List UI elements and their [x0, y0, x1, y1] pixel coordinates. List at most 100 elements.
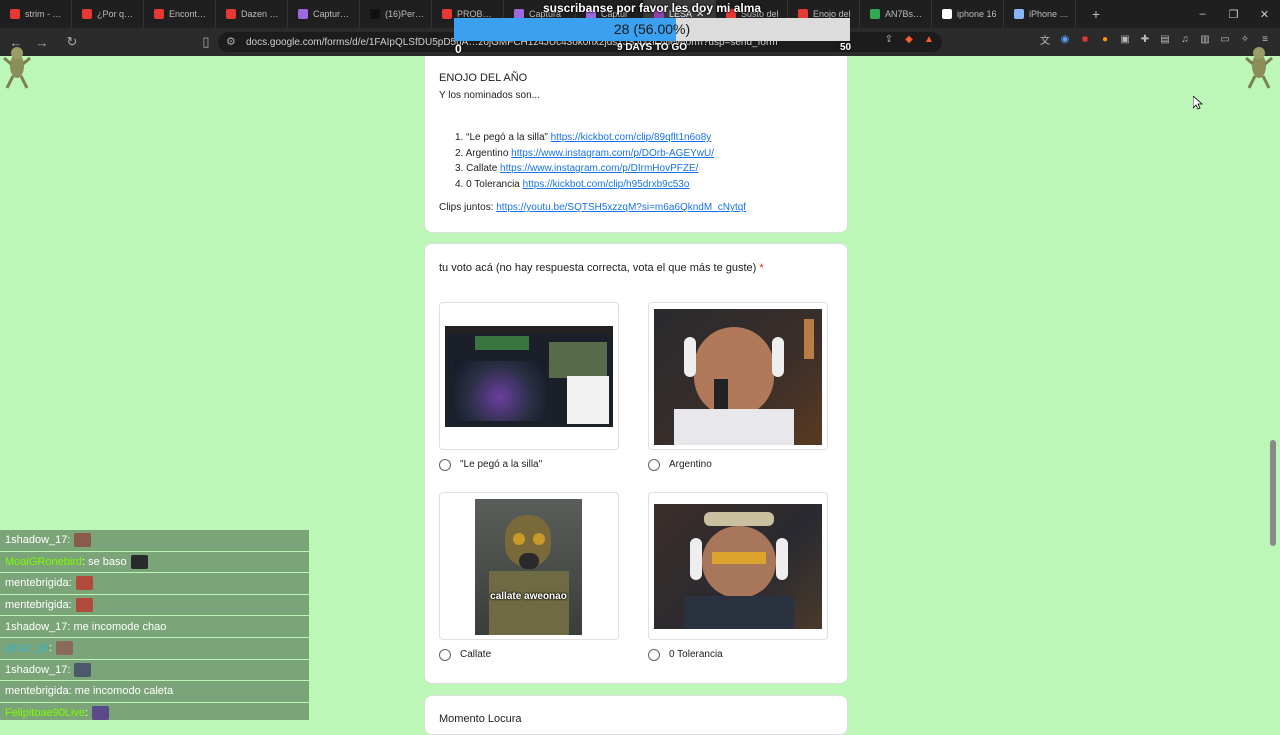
option-0-tolerancia[interactable]: 0 Tolerancia: [648, 492, 828, 662]
page-scrollbar[interactable]: [1270, 440, 1276, 546]
option-label: "Le pegó a la silla": [460, 459, 543, 470]
browser-tab[interactable]: iphone 16: [932, 0, 1004, 28]
chat-username: 1shadow_17: [5, 663, 68, 676]
question-card: tu voto acá (no hay respuesta correcta, …: [424, 243, 848, 684]
wallet-icon[interactable]: ▭: [1218, 32, 1232, 46]
share-icon[interactable]: ⇪: [882, 32, 896, 46]
chat-separator: :: [68, 685, 72, 698]
chat-message: mentebrigida :: [0, 594, 309, 616]
nominee-link[interactable]: https://kickbot.com/clip/89qflt1n6o8y: [551, 132, 712, 143]
maximize-button[interactable]: ❐: [1218, 0, 1249, 28]
goal-progress-bar: 28 (56.00%): [454, 18, 850, 41]
chat-emote-icon: [74, 533, 92, 548]
radio-button[interactable]: [648, 459, 660, 471]
option-label: Callate: [460, 649, 492, 660]
chat-message: Felipitoae90Live :: [0, 702, 309, 720]
extension-box-icon[interactable]: ▣: [1118, 32, 1132, 46]
extension-icons: ⇪ ◆ ▲ 文 ◉ ■ ● ▣ ✚ ▤ ♫ ▥ ▭ ✧ ≡: [882, 32, 1272, 47]
tab-label: AN7BsVC: [885, 9, 925, 19]
radio-button[interactable]: [439, 459, 451, 471]
list-item: 4. 0 Tolerancia https://kickbot.com/clip…: [455, 178, 690, 190]
tab-label: (16)Perfum: [385, 9, 425, 19]
option-image-frame: [648, 302, 828, 450]
clips-line: Clips juntos: https://youtu.be/SQTSH5xzz…: [439, 202, 747, 213]
tab-label: strim - You: [25, 9, 65, 19]
media-icon[interactable]: ▤: [1158, 32, 1172, 46]
option-image: callate aweonao: [475, 499, 582, 635]
reload-icon[interactable]: ↻: [62, 32, 82, 52]
extension-red-icon[interactable]: ■: [1078, 32, 1092, 46]
browser-tab[interactable]: (16)Perfum: [360, 0, 432, 28]
frog-right-image: [1245, 47, 1273, 89]
chat-emote-icon: [130, 554, 148, 569]
nominee-link[interactable]: https://kickbot.com/clip/h95drxb9c53o: [523, 179, 690, 190]
chat-emote-icon: [56, 641, 74, 656]
chat-emote-icon: [75, 598, 93, 613]
site-info-icon[interactable]: ⚙: [226, 35, 236, 48]
tab-label: Dazen mo: [241, 9, 281, 19]
browser-tab[interactable]: Encontram: [144, 0, 216, 28]
option-argentino[interactable]: Argentino: [648, 302, 828, 472]
extension-orange-icon[interactable]: ●: [1098, 32, 1112, 46]
nominee-link[interactable]: https://www.instagram.com/p/DIrmHovPFZE/: [500, 163, 698, 174]
bookmark-icon[interactable]: ▯: [196, 32, 216, 52]
tab-favicon-icon: [154, 9, 164, 19]
section-subtitle: Y los nominados son...: [439, 90, 540, 101]
rewards-icon[interactable]: ▲: [922, 32, 936, 46]
tab-favicon-icon: [226, 9, 236, 19]
minimize-button[interactable]: –: [1187, 0, 1218, 28]
browser-tab[interactable]: strim - You: [0, 0, 72, 28]
translate-icon[interactable]: 文: [1038, 32, 1052, 47]
next-section-title: Momento Locura: [439, 713, 522, 725]
browser-tab[interactable]: iPhone 16: [1004, 0, 1076, 28]
forward-icon[interactable]: →: [32, 32, 52, 52]
browser-tab[interactable]: Captura de: [288, 0, 360, 28]
stream-chat: 1shadow_17 : MoaiGRonebird : se baso menteb…: [0, 530, 309, 720]
list-item: 2. Argentino https://www.instagram.com/p…: [455, 147, 715, 159]
window-controls: – ❐ ✕: [1187, 0, 1280, 28]
tab-favicon-icon: [298, 9, 308, 19]
question-title: tu voto acá (no hay respuesta correcta, …: [439, 262, 764, 274]
radio-button[interactable]: [439, 649, 451, 661]
chat-username: Felipitoae90Live: [5, 707, 86, 720]
browser-tab[interactable]: AN7BsVC: [860, 0, 932, 28]
image-caption: callate aweonao: [490, 591, 567, 602]
chat-message: mentebrigida : me incomodo caleta: [0, 681, 309, 702]
chat-text: me incomode chao: [73, 620, 167, 633]
tab-label: Encontram: [169, 9, 209, 19]
option-label: 0 Tolerancia: [669, 649, 723, 660]
chat-separator: :: [82, 555, 86, 568]
radio-button[interactable]: [648, 649, 660, 661]
broadcast-icon[interactable]: ◉: [1058, 32, 1072, 46]
nominee-list: 1. “Le pegó a la silla” https://kickbot.…: [455, 130, 714, 192]
option-callate[interactable]: callate aweonao Callate: [439, 492, 619, 662]
next-question-card: Momento Locura: [424, 695, 848, 735]
option-le-pego-a-la-silla[interactable]: "Le pegó a la silla": [439, 302, 619, 472]
section-description-card: ENOJO DEL AÑO Y los nominados son... 1. …: [424, 56, 848, 233]
browser-tab[interactable]: Dazen mo: [216, 0, 288, 28]
chat-emote-icon: [92, 706, 110, 720]
close-window-button[interactable]: ✕: [1249, 0, 1280, 28]
chat-message: MoaiGRonebird : se baso: [0, 551, 309, 573]
chat-username: MoaiGRonebird: [5, 555, 83, 568]
section-title: ENOJO DEL AÑO: [439, 72, 528, 84]
brave-shield-icon[interactable]: ◆: [902, 32, 916, 46]
music-icon[interactable]: ♫: [1178, 32, 1192, 46]
chat-username: mentebrigida: [5, 685, 69, 698]
goal-days-left: 9 DAYS TO GO: [617, 42, 688, 53]
chat-emote-icon: [74, 662, 92, 677]
option-image-frame: [648, 492, 828, 640]
nominee-link[interactable]: https://www.instagram.com/p/DOrb-AGEYwU/: [511, 148, 714, 159]
browser-tab[interactable]: ¿Por que n: [72, 0, 144, 28]
sidebar-icon[interactable]: ▥: [1198, 32, 1212, 46]
clips-link[interactable]: https://youtu.be/SQTSH5xzzqM?si=m6a6Qknd…: [496, 202, 746, 213]
chat-separator: :: [67, 620, 71, 633]
chat-text: se baso: [88, 555, 127, 568]
puzzle-icon[interactable]: ✚: [1138, 32, 1152, 46]
chat-separator: :: [67, 534, 71, 547]
chat-username: 1shadow_17: [5, 620, 68, 633]
chat-message: mentebrigida :: [0, 573, 309, 594]
chat-message: ignaz_yb :: [0, 637, 309, 659]
new-tab-button[interactable]: +: [1086, 6, 1106, 22]
chat-text: me incomodo caleta: [74, 685, 174, 698]
